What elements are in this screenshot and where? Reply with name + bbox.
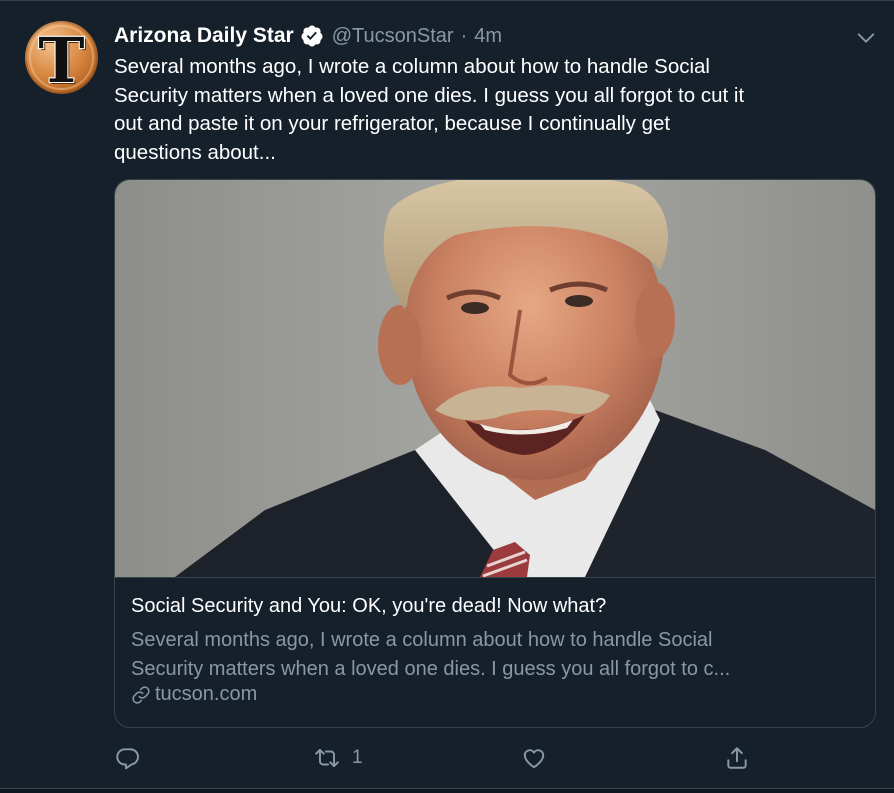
link-card[interactable]: Social Security and You: OK, you're dead…	[114, 179, 876, 728]
author-handle[interactable]: @TucsonStar	[332, 25, 454, 48]
card-description: Several months ago, I wrote a column abo…	[131, 626, 861, 683]
like-button[interactable]	[521, 744, 559, 772]
tweet-text-line: Security matters when a loved one dies. …	[114, 83, 745, 107]
share-button[interactable]	[724, 744, 750, 772]
bottom-divider	[0, 788, 894, 793]
card-description-line: Several months ago, I wrote a column abo…	[131, 629, 713, 651]
tweet-text: Several months ago, I wrote a column abo…	[114, 53, 854, 167]
retweet-button[interactable]: 1	[314, 744, 363, 772]
card-title[interactable]: Social Security and You: OK, you're dead…	[131, 595, 606, 618]
tweet-text-line: out and paste it on your refrigerator, b…	[114, 112, 671, 135]
tweet-text-line: questions about...	[114, 140, 276, 164]
author-name[interactable]: Arizona Daily Star	[114, 24, 294, 48]
card-description-line: Security matters when a loved one dies. …	[131, 657, 731, 680]
card-domain-text: tucson.com	[155, 683, 258, 705]
retweet-count: 1	[352, 747, 363, 768]
tweet-header: Arizona Daily Star @TucsonStar · 4m	[114, 21, 502, 51]
tweet-text-line: Several months ago, I wrote a column abo…	[114, 55, 710, 78]
top-divider	[0, 0, 894, 1]
meta-separator: ·	[460, 24, 468, 47]
avatar-logo-letter: T	[38, 24, 85, 94]
avatar[interactable]: T	[25, 21, 98, 94]
like-icon	[523, 749, 545, 769]
card-domain[interactable]: tucson.com	[131, 683, 257, 706]
card-image[interactable]	[115, 180, 875, 577]
tweet-timestamp[interactable]: 4m	[474, 25, 502, 48]
verified-badge-icon	[301, 25, 323, 47]
share-icon	[727, 747, 747, 769]
reply-button[interactable]	[114, 744, 152, 772]
reply-icon	[116, 748, 139, 770]
retweet-icon	[315, 748, 339, 768]
card-divider	[115, 577, 875, 578]
chevron-down-icon[interactable]	[855, 27, 877, 49]
link-icon	[132, 685, 150, 704]
